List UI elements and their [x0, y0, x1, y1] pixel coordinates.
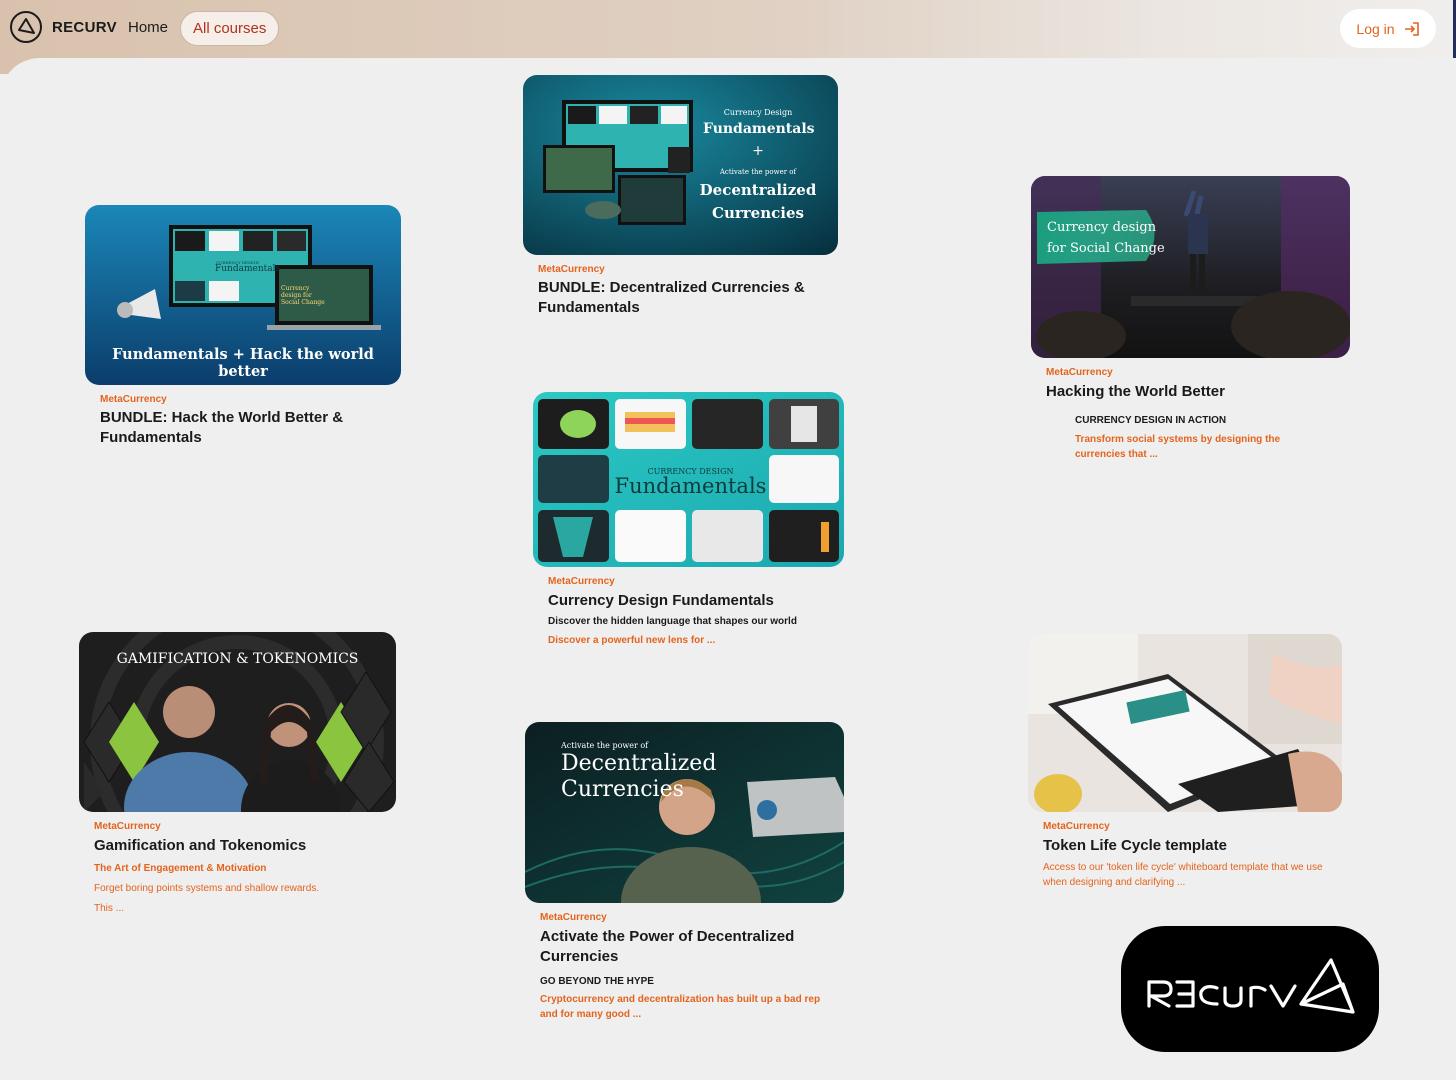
recurv-logo-icon: [1147, 958, 1355, 1014]
thumb-line2: Currencies: [561, 777, 684, 802]
course-description: Forget boring points systems and shallow…: [94, 883, 320, 894]
thumb-big-text: Fundamentals: [614, 474, 767, 498]
course-title[interactable]: Token Life Cycle template: [1043, 836, 1323, 856]
site-logo[interactable]: RECURV: [10, 11, 117, 43]
recurv-mark-icon: [10, 11, 42, 43]
course-brand: MetaCurrency: [100, 394, 167, 405]
thumb-line4: Decentralized: [699, 181, 817, 199]
course-title[interactable]: BUNDLE: Hack the World Better & Fundamen…: [100, 408, 370, 448]
course-description: Transform social systems by designing th…: [1075, 434, 1281, 460]
course-title[interactable]: Activate the Power of Decentralized Curr…: [540, 927, 820, 967]
course-subtitle: Discover the hidden language that shapes…: [548, 616, 797, 627]
course-title[interactable]: Hacking the World Better: [1046, 382, 1326, 402]
course-brand: MetaCurrency: [94, 821, 161, 832]
thumb-line1: Decentralized: [561, 751, 717, 776]
thumb-line1: Currency design: [1047, 220, 1157, 235]
thumb-small-text: Activate the power of: [561, 741, 649, 750]
course-description: Discover a powerful new lens for ...: [548, 635, 716, 646]
thumb-plus: +: [752, 143, 764, 159]
course-brand: MetaCurrency: [538, 264, 605, 275]
course-description: Access to our 'token life cycle' whitebo…: [1043, 862, 1323, 888]
course-title[interactable]: Gamification and Tokenomics: [94, 836, 374, 856]
course-thumbnail[interactable]: CURRENCY DESIGN Fundamentals Currency de…: [85, 205, 401, 385]
course-description: Cryptocurrency and decentralization has …: [540, 994, 821, 1020]
course-subtitle: The Art of Engagement & Motivation: [94, 863, 267, 874]
course-brand: MetaCurrency: [540, 912, 607, 923]
course-title[interactable]: Currency Design Fundamentals: [548, 591, 828, 611]
logo-text: RECURV: [52, 18, 117, 36]
thumb-line2: Fundamentals: [703, 121, 815, 137]
course-thumbnail[interactable]: Currency design for Social Change: [1031, 176, 1350, 358]
course-description-more: This ...: [94, 903, 125, 914]
thumb-caption: Fundamentals + Hack the world better: [112, 346, 374, 380]
course-thumbnail[interactable]: Currency Design Fundamentals + Activate …: [523, 75, 838, 255]
course-subtitle: GO BEYOND THE HYPE: [540, 976, 654, 987]
course-thumbnail[interactable]: [1028, 634, 1342, 812]
course-thumbnail[interactable]: GAMIFICATION & TOKENOMICS: [79, 632, 396, 812]
course-brand: MetaCurrency: [1046, 367, 1113, 378]
thumb-mid-text: Fundamentals: [215, 264, 281, 274]
thumb-laptop-text: Currency design for Social Change: [281, 285, 325, 306]
thumb-line5: Currencies: [712, 204, 804, 222]
course-title[interactable]: BUNDLE: Decentralized Currencies & Funda…: [538, 278, 818, 318]
thumb-line1: Currency Design: [723, 108, 793, 117]
thumb-title: GAMIFICATION & TOKENOMICS: [116, 651, 359, 667]
nav-all-courses-link[interactable]: All courses: [180, 11, 280, 46]
thumb-line2: for Social Change: [1047, 241, 1165, 256]
course-brand: MetaCurrency: [548, 576, 615, 587]
recurv-logo-badge[interactable]: [1121, 926, 1379, 1052]
course-thumbnail[interactable]: Activate the power of Decentralized Curr…: [525, 722, 844, 903]
nav-home-link[interactable]: Home: [128, 19, 168, 36]
login-label: Log in: [1356, 20, 1395, 37]
course-subtitle: CURRENCY DESIGN IN ACTION: [1075, 415, 1227, 426]
course-brand: MetaCurrency: [1043, 821, 1110, 832]
login-button[interactable]: Log in: [1340, 9, 1436, 48]
thumb-line3: Activate the power of: [719, 168, 797, 176]
course-thumbnail[interactable]: CURRENCY DESIGN Fundamentals: [533, 392, 844, 567]
login-icon: [1404, 21, 1419, 36]
